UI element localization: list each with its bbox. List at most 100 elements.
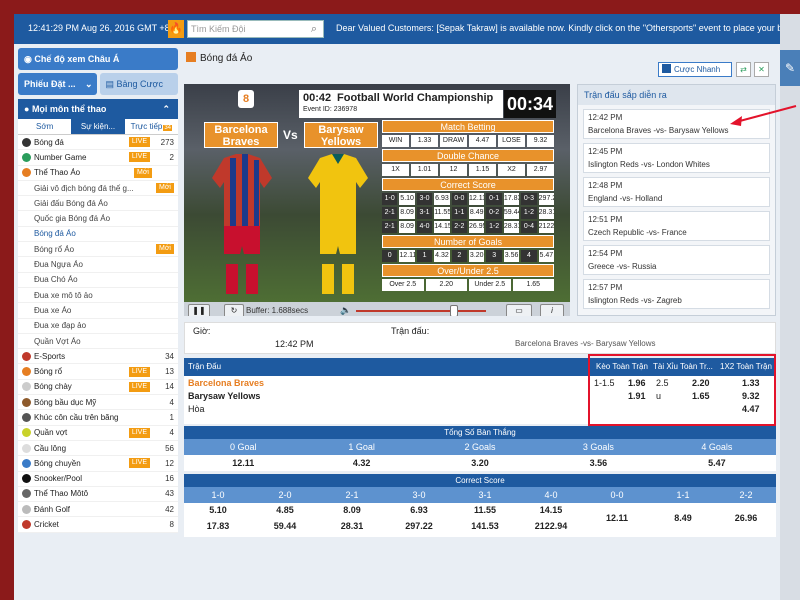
sidebar-subitem[interactable]: Đua Chó Ảo	[18, 273, 178, 288]
odds-cell[interactable]: 1.15	[469, 164, 496, 176]
pause-icon[interactable]: ❚❚	[188, 304, 210, 316]
odds-cell[interactable]: 6.93	[434, 193, 450, 205]
sidebar-item[interactable]: Thể Thao Ảo Mới	[18, 166, 178, 181]
sidebar-subitem[interactable]: Quần Vợt Ảo	[18, 334, 178, 350]
tab-events[interactable]: Sự kiện...	[71, 119, 125, 134]
sidebar-subitem[interactable]: Bóng rổ Ảo Mới	[18, 242, 178, 258]
score-odds[interactable]: 5.10	[184, 505, 252, 515]
score-odds[interactable]: 141.53	[452, 521, 518, 531]
odds-cell[interactable]: 11.55	[434, 207, 450, 219]
odds-cell[interactable]: 8.49	[469, 207, 485, 219]
odds-cell[interactable]: 8.09	[399, 207, 415, 219]
odds-value[interactable]: 1.96	[628, 378, 646, 388]
odds-cell[interactable]: 8.09	[399, 221, 415, 233]
odds-value[interactable]: 1.91	[628, 391, 646, 401]
sidebar-item[interactable]: Đánh Golf 42	[18, 502, 178, 518]
odds-cell[interactable]: 3.56	[503, 250, 520, 262]
sidebar-item[interactable]: Bóng chày LIVE 14	[18, 380, 178, 396]
score-odds[interactable]: 8.09	[318, 505, 386, 515]
team-search-input[interactable]: Tìm Kiếm Đội ⌕	[187, 20, 324, 38]
goal-odds[interactable]: 3.56	[539, 455, 657, 471]
sidebar-subitem[interactable]: Giải đấu Bóng đá Ảo	[18, 196, 178, 212]
info-icon[interactable]: i	[540, 304, 564, 316]
score-odds[interactable]: 2122.94	[518, 521, 584, 531]
odds-cell[interactable]: 4.32	[434, 250, 450, 262]
score-odds[interactable]: 14.15	[518, 505, 584, 515]
upcoming-match[interactable]: 12:45 PM Islington Reds -vs- London White…	[583, 143, 770, 173]
odds-cell[interactable]: 4.47	[469, 135, 496, 147]
sidebar-subitem[interactable]: Giải vô địch bóng đá thế g... Mới	[18, 181, 178, 197]
close-icon[interactable]: ✕	[754, 62, 769, 77]
upcoming-match[interactable]: 12:51 PM Czech Republic -vs- France	[583, 211, 770, 241]
odds-cell[interactable]: 1.65	[512, 279, 554, 291]
quality-icon[interactable]: ▭	[506, 304, 532, 316]
sidebar-item[interactable]: Khúc côn cầu trên băng 1	[18, 410, 178, 426]
odds-value[interactable]: 1.33	[742, 378, 760, 388]
odds-cell[interactable]: 28.31	[503, 221, 520, 233]
score-odds[interactable]: 297.22	[386, 521, 452, 531]
odds-value[interactable]: 4.47	[742, 404, 760, 414]
odds-cell[interactable]: 59.44	[503, 207, 520, 219]
video-player[interactable]: 8 00:42 Football World Championship Even…	[184, 84, 570, 316]
tab-live[interactable]: Trực tiếp 34	[125, 119, 178, 134]
odds-cell[interactable]: 5.10	[399, 193, 415, 205]
sidebar-item[interactable]: Bóng bầu dục Mỹ 4	[18, 395, 178, 411]
volume-slider[interactable]	[356, 310, 486, 312]
sidebar-item[interactable]: Cricket 8	[18, 517, 178, 533]
odds-cell[interactable]: 3.20	[469, 250, 485, 262]
odds-cell[interactable]: 17.83	[503, 193, 520, 205]
score-odds[interactable]: 28.31	[318, 521, 386, 531]
bet-list-button[interactable]: ▤ Bảng Cược	[99, 73, 178, 95]
sidebar-item[interactable]: Snooker/Pool 16	[18, 472, 178, 487]
score-odds[interactable]: 11.55	[452, 505, 518, 515]
refresh-icon[interactable]: ⇄	[736, 62, 751, 77]
upcoming-match[interactable]: 12:48 PM England -vs- Holland	[583, 177, 770, 207]
tab-early[interactable]: Sớm	[18, 119, 71, 134]
odds-value[interactable]: 1.65	[692, 391, 710, 401]
goal-odds[interactable]: 4.32	[302, 455, 420, 471]
score-odds[interactable]: 59.44	[252, 521, 318, 531]
odds-cell[interactable]: 26.95	[469, 221, 485, 233]
volume-knob[interactable]	[450, 305, 458, 316]
goal-odds[interactable]: 5.47	[658, 455, 776, 471]
sidebar-subitem[interactable]: Đua Ngựa Ảo	[18, 257, 178, 273]
sidebar-item[interactable]: Bóng rổ LIVE 13	[18, 364, 178, 380]
hot-icon[interactable]: 🔥	[168, 20, 184, 38]
sidebar-item[interactable]: Quần vợt LIVE 4	[18, 426, 178, 441]
sidebar-item[interactable]: Thể Thao Môtô 43	[18, 487, 178, 503]
odds-cell[interactable]: 9.32	[527, 135, 554, 147]
sidebar-item[interactable]: E-Sports 34	[18, 349, 178, 365]
sidebar-subitem[interactable]: Quốc gia Bóng đá Ảo	[18, 211, 178, 227]
score-odds[interactable]: 12.11	[584, 513, 650, 523]
sidebar-item[interactable]: Cầu lông 56	[18, 441, 178, 457]
odds-cell[interactable]: 297.22	[538, 193, 555, 205]
sidebar-item[interactable]: Number Game LIVE 2	[18, 150, 178, 166]
odds-value[interactable]: 9.32	[742, 391, 760, 401]
sidebar-subitem[interactable]: Bóng đá Ảo	[18, 227, 178, 243]
quick-bet-toggle[interactable]: Cược Nhanh	[658, 62, 732, 77]
odds-cell[interactable]: 2.97	[527, 164, 554, 176]
sidebar-item[interactable]: Bóng đá LIVE 273	[18, 135, 178, 151]
goal-odds[interactable]: 12.11	[184, 455, 302, 471]
odds-cell[interactable]: 5.47	[538, 250, 555, 262]
bet-slip-button[interactable]: Phiếu Đặt ... ⌄	[18, 73, 97, 95]
odds-value[interactable]: 2.20	[692, 378, 710, 388]
odds-cell[interactable]: 12.11	[469, 193, 485, 205]
sidebar-subitem[interactable]: Đua xe mô tô ảo	[18, 288, 178, 304]
odds-cell[interactable]: 12.11	[399, 250, 415, 262]
odds-cell[interactable]: 14.15	[434, 221, 450, 233]
search-icon[interactable]: ⌕	[307, 22, 321, 36]
sidebar-subitem[interactable]: Đua xe Ảo	[18, 303, 178, 319]
score-odds[interactable]: 26.96	[716, 513, 776, 523]
all-sports-header[interactable]: ● Mọi môn thể thao ⌃	[18, 99, 178, 119]
upcoming-match[interactable]: 12:54 PM Greece -vs- Russia	[583, 245, 770, 275]
score-odds[interactable]: 17.83	[184, 521, 252, 531]
asia-view-button[interactable]: ◉ Chế độ xem Châu Á	[18, 48, 178, 70]
volume-icon[interactable]: 🔈	[340, 305, 351, 316]
upcoming-match[interactable]: 12:57 PM Islington Reds -vs- Zagreb	[583, 279, 770, 309]
score-odds[interactable]: 4.85	[252, 505, 318, 515]
sidebar-subitem[interactable]: Đua xe đạp ảo	[18, 319, 178, 334]
score-odds[interactable]: 8.49	[650, 513, 716, 523]
reload-icon[interactable]: ↻	[224, 304, 244, 316]
goal-odds[interactable]: 3.20	[421, 455, 539, 471]
